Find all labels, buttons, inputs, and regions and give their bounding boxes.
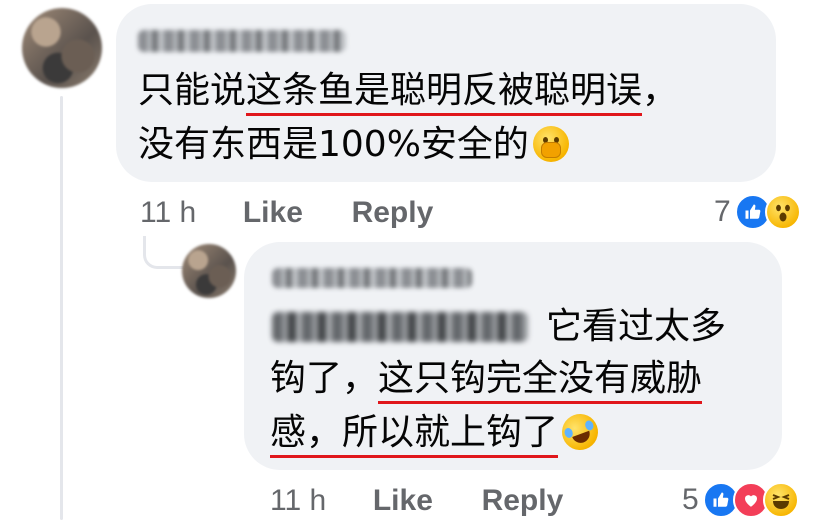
comment-text-line-2: 没有东西是100%安全的 <box>138 126 569 164</box>
commenter-avatar[interactable] <box>22 8 102 88</box>
comment-text-line-2-content: 没有东西是100%安全的 <box>138 124 529 165</box>
reply-text-line-1-content: 它看过太多 <box>546 306 727 347</box>
comment-like-button[interactable]: Like <box>243 196 303 229</box>
reply-text-line-1: 它看过太多 <box>546 308 726 346</box>
rofl-emoji-icon <box>556 408 604 456</box>
reply-like-button[interactable]: Like <box>373 484 433 517</box>
replier-name-blurred[interactable] <box>272 268 472 288</box>
comment-text-prefix: 只能说 <box>138 70 247 111</box>
reply-text-line-2: 钩了，这只钩完全没有威胁 <box>270 358 703 404</box>
commenter-name-blurred[interactable] <box>138 30 346 52</box>
comment-reactions[interactable]: 7 <box>714 194 801 230</box>
reply-text-line-3-underlined: 感，所以就上钩了 <box>270 412 559 458</box>
reply-reactions[interactable]: 5 <box>682 482 799 518</box>
reply-actions: 11 h Like Reply <box>270 484 563 518</box>
comment-reaction-count: 7 <box>714 195 731 228</box>
reply-connector-curve <box>143 236 184 269</box>
replier-avatar[interactable] <box>182 244 236 298</box>
mentioned-user-blurred[interactable] <box>272 312 528 342</box>
comment-text-line-1: 只能说这条鱼是聪明反被聪明误， <box>138 70 679 116</box>
shushing-face-emoji-icon <box>532 126 569 162</box>
haha-icon <box>762 482 799 518</box>
comment-text-underlined: 这条鱼是聪明反被聪明误 <box>246 70 643 116</box>
thread-connector-line <box>60 96 63 520</box>
reply-text-line-2-underlined: 这只钩完全没有威胁 <box>378 358 703 404</box>
comment-timestamp[interactable]: 11 h <box>140 196 196 229</box>
reply-text-line-2-prefix: 钩了， <box>270 358 379 399</box>
reply-timestamp[interactable]: 11 h <box>270 484 326 517</box>
comment-text-suffix: ， <box>642 70 679 111</box>
reply-text-line-3: 感，所以就上钩了 <box>270 408 604 458</box>
wow-icon <box>764 194 801 230</box>
comment-reply-button[interactable]: Reply <box>352 196 434 229</box>
comment-actions: 11 h Like Reply <box>140 196 433 230</box>
reply-reply-button[interactable]: Reply <box>482 484 564 517</box>
reply-reaction-count: 5 <box>682 483 699 516</box>
